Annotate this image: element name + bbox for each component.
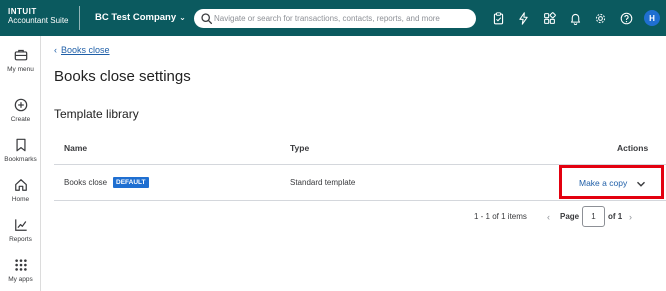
sidebar-item-home[interactable]: Home: [0, 178, 41, 203]
sidebar-item-my-menu[interactable]: My menu: [0, 48, 41, 73]
column-header-name[interactable]: Name: [64, 143, 87, 153]
brand-line1: INTUIT: [8, 7, 37, 16]
default-badge: DEFAULT: [113, 177, 149, 188]
column-header-type[interactable]: Type: [290, 143, 309, 153]
back-link[interactable]: ‹ Books close: [54, 45, 110, 55]
help-icon[interactable]: [618, 10, 634, 26]
intuit-logo[interactable]: INTUIT Accountant Suite: [8, 7, 68, 25]
page-title: Books close settings: [54, 68, 191, 85]
search-input[interactable]: [214, 11, 470, 26]
table-row-divider: [54, 200, 666, 201]
page-number-input[interactable]: [582, 206, 605, 227]
sidebar-item-my-apps[interactable]: My apps: [0, 258, 41, 283]
brand-line2: Accountant Suite: [8, 16, 69, 25]
sidebar-item-reports[interactable]: Reports: [0, 218, 41, 243]
page-count: of 1: [608, 212, 623, 221]
search-icon: [201, 13, 213, 25]
clipboard-icon[interactable]: [490, 10, 506, 26]
chevron-left-icon[interactable]: ‹: [547, 212, 550, 222]
briefcase-icon: [14, 49, 27, 61]
pagination-summary: 1 - 1 of 1 items: [474, 212, 527, 221]
gear-icon[interactable]: [592, 10, 608, 26]
chevron-down-icon: ⌄: [179, 13, 186, 22]
sidebar-item-label: Reports: [9, 236, 32, 243]
apps-icon[interactable]: [541, 10, 557, 26]
column-header-actions: Actions: [617, 143, 649, 153]
bookmark-icon: [15, 138, 26, 152]
lightning-icon[interactable]: [515, 10, 531, 26]
sidebar-item-label: Home: [11, 196, 30, 203]
search-bar[interactable]: [194, 9, 476, 28]
top-bar: INTUIT Accountant Suite BC Test Company ⌄…: [0, 0, 666, 36]
make-a-copy-button[interactable]: Make a copy: [559, 165, 664, 199]
make-a-copy-label: Make a copy: [579, 178, 628, 188]
plus-circle-icon: [14, 98, 27, 112]
avatar[interactable]: H: [644, 10, 660, 26]
grid-icon: [14, 259, 27, 271]
back-link-label: Books close: [61, 45, 110, 55]
company-switcher[interactable]: BC Test Company ⌄: [95, 12, 186, 23]
home-icon: [14, 179, 27, 191]
bell-icon[interactable]: [567, 10, 583, 26]
sidebar-item-label: My menu: [7, 66, 34, 73]
sidebar-item-bookmarks[interactable]: Bookmarks: [0, 138, 41, 163]
sidebar-item-label: Bookmarks: [4, 156, 37, 163]
template-name: Books close: [64, 178, 108, 187]
section-title: Template library: [54, 107, 139, 121]
sidebar-item-label: My apps: [8, 276, 33, 283]
sidebar-item-create[interactable]: Create: [0, 98, 41, 123]
company-name: BC Test Company: [95, 12, 177, 23]
chevron-right-icon[interactable]: ›: [629, 212, 632, 222]
chevron-down-icon[interactable]: [635, 178, 647, 190]
sidebar: My menu Create Bookmarks Home Reports My…: [0, 36, 41, 291]
sidebar-item-label: Create: [10, 116, 31, 123]
divider: [79, 6, 80, 30]
page-label: Page: [560, 212, 580, 221]
chevron-left-icon: ‹: [54, 45, 57, 55]
chart-icon: [14, 219, 27, 231]
template-type: Standard template: [290, 178, 356, 187]
